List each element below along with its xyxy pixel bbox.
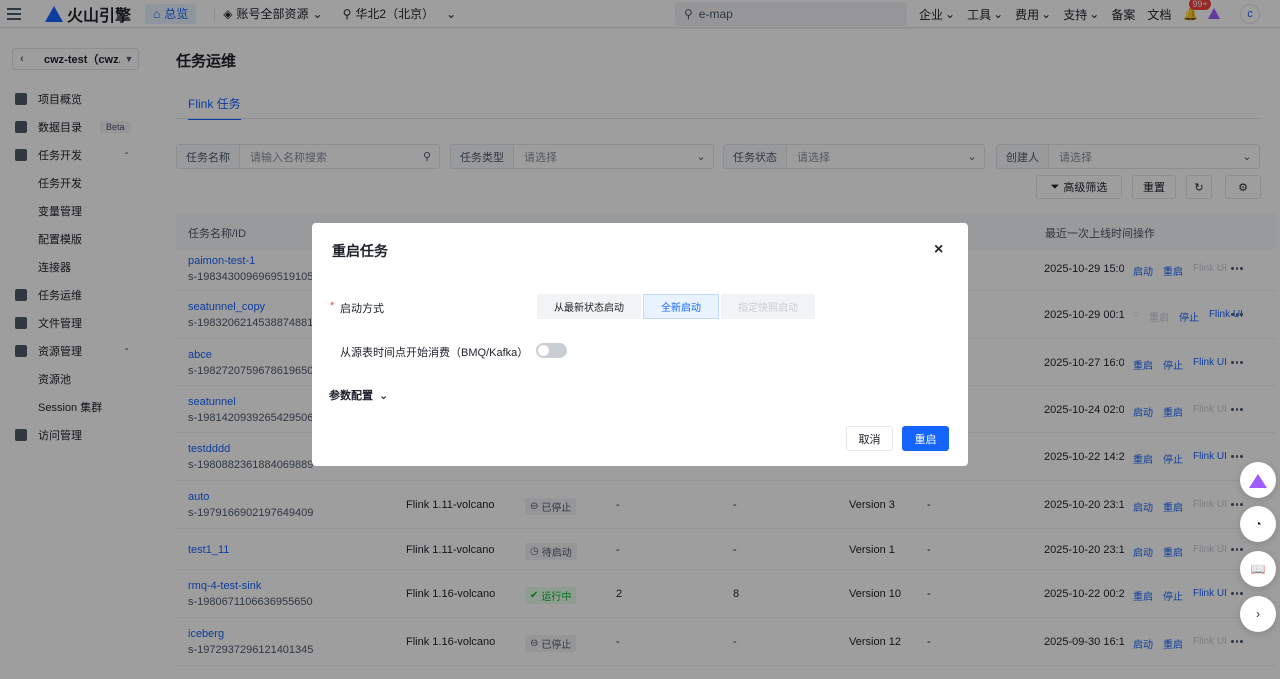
support-float-button[interactable]: ◔ [1240,506,1276,542]
param-config-toggle[interactable]: 参数配置 ⌄ [329,387,388,403]
headset-icon: ◔ [1254,517,1262,531]
book-icon: 📖 [1250,562,1266,576]
consume-from-timestamp-toggle[interactable] [536,343,567,358]
close-icon[interactable]: × [934,241,943,259]
cancel-button[interactable]: 取消 [846,426,893,451]
start-mode-label: 启动方式 [340,303,384,315]
chevron-right-icon: › [1256,607,1260,621]
dialog-title: 重启任务 [332,243,388,259]
confirm-restart-button[interactable]: 重启 [902,426,949,451]
chevron-down-icon: ⌄ [379,389,389,402]
ai-mountain-icon [1249,474,1267,488]
snapshot-start-option: 指定快照启动 [721,294,815,319]
consume-from-timestamp-label: 从源表时间点开始消费（BMQ/Kafka） [340,347,529,359]
restart-task-dialog: 重启任务 × * 启动方式 从最新状态启动 全新启动 指定快照启动 从源表时间点… [312,223,968,466]
fresh-start-option[interactable]: 全新启动 [643,294,719,319]
required-asterisk: * [330,300,335,312]
ai-assistant-float-button[interactable] [1240,462,1276,498]
start-from-latest-state-option[interactable]: 从最新状态启动 [537,294,641,319]
expand-float-button[interactable]: › [1240,596,1276,632]
docs-float-button[interactable]: 📖 [1240,551,1276,587]
start-mode-segmented: 从最新状态启动 全新启动 指定快照启动 [537,294,815,319]
